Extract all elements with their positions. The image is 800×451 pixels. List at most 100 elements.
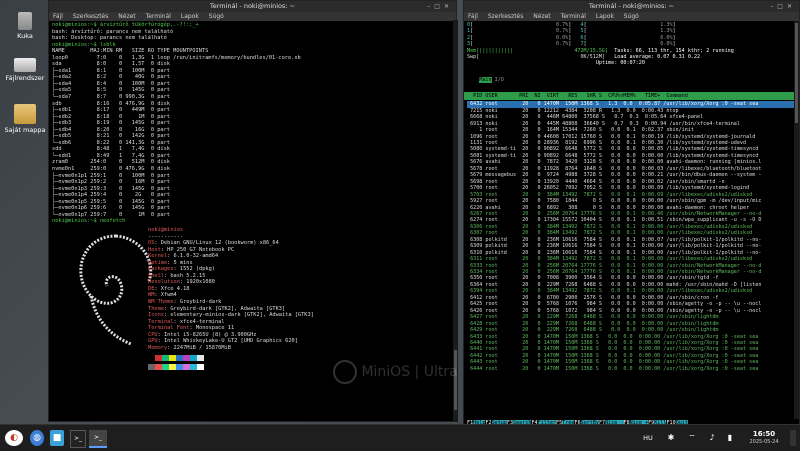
palette-swatch xyxy=(190,363,197,370)
neofetch-value: Intel WhiskeyLake-U GT2 [UHD Graphics 62… xyxy=(163,338,298,345)
palette-swatch xyxy=(169,363,176,370)
minios-watermark: MiniOS | Ultra xyxy=(333,360,458,384)
right-terminal-scrollbar[interactable] xyxy=(794,21,799,419)
keyboard-layout-indicator[interactable]: HU xyxy=(640,430,656,446)
htop-column-header[interactable]: PID USER PRI NI VIRT RES SHR S CPU%▽MEM%… xyxy=(464,91,799,101)
process-row[interactable]: 6432 root 20 0 1470M 150M 1368 S 1.3 0.0… xyxy=(467,101,796,108)
maximize-icon[interactable]: □ xyxy=(777,3,787,10)
home-folder-icon xyxy=(14,104,36,124)
start-menu-button[interactable]: ◐ xyxy=(5,430,23,446)
menu-file[interactable]: Fájl xyxy=(53,13,63,20)
neofetch-value: Intel i5-8265U (8) @ 3.900GHz xyxy=(163,331,257,338)
window-titlebar[interactable]: Terminál - noki@minios: ~ –□✕ xyxy=(49,1,456,12)
cpu-meter-value: 0.7% xyxy=(555,28,569,35)
neofetch-key: Shell xyxy=(148,272,164,279)
null: ] xyxy=(672,28,676,35)
palette-swatch xyxy=(197,363,204,370)
palette-swatch xyxy=(162,363,169,370)
desktop-icon-trash[interactable]: Kuka xyxy=(4,12,46,40)
neofetch-key: Resolution xyxy=(148,279,180,286)
process-row[interactable]: 6220 avahi 20 0 6892 308 0 S 0.0 0.0 0:0… xyxy=(467,205,796,211)
close-icon[interactable]: ✕ xyxy=(444,3,453,10)
process-row[interactable]: 6311 root 20 0 384M 13492 7872 S 0.0 0.1… xyxy=(467,256,796,262)
process-row[interactable]: 6443 root 20 0 1470M 150M 1368 S 0.0 0.0… xyxy=(467,359,796,365)
neofetch-value: 6.1.0-32-amd64 xyxy=(173,253,219,260)
htop-meters: 0[ 0.7%] 4[ 1.3%] 1[ 0.7%] 5[ 1.3%] 2[ 0.0… xyxy=(464,21,799,68)
menu-view[interactable]: Nézet xyxy=(533,13,550,20)
bluetooth-icon[interactable]: ✱ xyxy=(666,430,676,446)
neofetch-value: elementary-minios-dark [GTK2], Adwaita [… xyxy=(170,312,314,319)
menu-terminal[interactable]: Terminál xyxy=(561,13,586,20)
menu-edit[interactable]: Szerkesztés xyxy=(73,13,109,20)
cpu-meter-value: 1.3% xyxy=(660,28,673,35)
process-row[interactable]: 6425 root 20 0 5768 1076 984 S 0.0 0.0 0… xyxy=(467,301,796,307)
htop-process-list[interactable]: 6432 root 20 0 1470M 150M 1368 S 1.3 0.0… xyxy=(464,100,799,373)
file-manager-launcher-icon[interactable]: ■ xyxy=(50,430,64,446)
right-terminal-window[interactable]: Terminál - noki@minios: ~ –□✕ Fájl Szerk… xyxy=(463,0,800,430)
null xyxy=(467,60,596,66)
cpu-meter-value: 0.0% xyxy=(555,34,569,41)
process-row[interactable]: 6309 polkitd 20 0 236M 10616 7584 S 0.0 … xyxy=(467,243,796,249)
neofetch-value: Monospace 11 xyxy=(195,325,235,332)
uptime: Uptime: 00:07:20 xyxy=(595,60,645,67)
neofetch-value: xfce4-terminal xyxy=(179,318,225,325)
menu-edit[interactable]: Szerkesztés xyxy=(488,13,524,20)
left-terminal-window[interactable]: Terminál - noki@minios: ~ –□✕ Fájl Szerk… xyxy=(48,0,457,422)
desktop-icon-label: Fájlrendszer xyxy=(5,74,45,82)
menu-tabs[interactable]: Lapok xyxy=(181,13,199,20)
scrollbar-thumb[interactable] xyxy=(795,23,798,123)
show-desktop-button[interactable] xyxy=(790,430,796,446)
neofetch-value: 1552 (dpkg) xyxy=(179,266,215,273)
desktop-icon-home[interactable]: Saját mappa xyxy=(4,104,46,134)
swap-meter: Swp[ 0K/512M] xyxy=(467,54,606,61)
process-row[interactable]: 5676 avahi 20 0 7872 3420 3128 S 0.0 0.0… xyxy=(467,159,796,165)
terminal-launcher-icon[interactable]: >_ xyxy=(70,430,86,448)
process-row[interactable]: 6394 root 20 0 384M 13492 7872 S 0.0 0.1… xyxy=(467,288,796,294)
battery-icon[interactable]: ▮ xyxy=(724,430,736,446)
menu-tabs[interactable]: Lapok xyxy=(596,13,614,20)
process-row[interactable]: 5679 messagebus 20 0 9724 4988 3728 S 0.… xyxy=(467,172,796,178)
menu-help[interactable]: Súgó xyxy=(209,13,224,20)
neofetch-row: Memory: 2247MiB / 15870MiB xyxy=(148,345,314,352)
neofetch-key: Kernel xyxy=(148,253,168,260)
close-icon[interactable]: ✕ xyxy=(787,3,796,10)
trash-icon xyxy=(18,12,32,30)
desktop-icon-filesystem[interactable]: Fájlrendszer xyxy=(4,58,46,82)
neofetch-key: Memory xyxy=(148,344,168,351)
null xyxy=(605,54,614,60)
process-row[interactable]: 6274 root 20 0 17304 15572 10404 S 0.0 0… xyxy=(467,217,796,223)
uptime-row: Uptime: 00:07:20 xyxy=(467,60,796,66)
neofetch-color-palette xyxy=(148,355,314,372)
terminal-output[interactable]: noki@minios:~$ árvíztűrő tükörfúrógép,.-… xyxy=(49,21,456,226)
htop-tabs: Main I/O xyxy=(464,68,799,92)
process-row[interactable]: 6441 root 20 0 1470M 150M 1368 S 0.0 0.0… xyxy=(467,346,796,352)
neofetch-value: 2247MiB / 15870MiB xyxy=(173,344,231,351)
volume-icon[interactable]: ♪ xyxy=(706,430,718,446)
browser-launcher-icon[interactable]: ◍ xyxy=(30,430,44,446)
menu-file[interactable]: Fájl xyxy=(468,13,478,20)
clock-date: 2025-05-24 xyxy=(749,439,779,445)
null: ] xyxy=(568,34,581,41)
window-titlebar[interactable]: Terminál - noki@minios: ~ –□✕ xyxy=(464,1,799,12)
menu-terminal[interactable]: Terminál xyxy=(146,13,171,20)
null: ] xyxy=(672,34,676,41)
htop-tab-io[interactable]: I/O xyxy=(495,77,504,83)
process-row[interactable]: 5927 root 20 0 7580 1844 0 S 0.0 0.0 0:0… xyxy=(467,198,796,204)
process-row[interactable]: 5700 root 20 0 26052 7092 7052 S 0.0 0.0… xyxy=(467,185,796,191)
menu-view[interactable]: Nézet xyxy=(118,13,135,20)
palette-swatch xyxy=(162,355,169,362)
menu-help[interactable]: Súgó xyxy=(624,13,639,20)
terminal-line: noki@minios:~$ neofetch xyxy=(52,218,126,225)
process-row[interactable]: 6444 root 20 0 1470M 150M 1368 S 0.0 0.0… xyxy=(467,366,796,372)
palette-swatch xyxy=(176,363,183,370)
taskbar-window-terminal[interactable]: >_ xyxy=(89,430,107,448)
cpu-meter-value: 0.7% xyxy=(555,22,569,28)
htop-tab-main[interactable]: Main xyxy=(479,76,492,83)
mem-meter: Mem[||||||||||| 472M/15.5G] xyxy=(467,47,609,54)
process-row[interactable]: 5080 systemd-ti 20 0 90892 6648 5772 S 0… xyxy=(467,146,796,152)
process-row[interactable]: 6307 root 20 0 384M 13492 7872 S 0.0 0.1… xyxy=(467,230,796,236)
clock[interactable]: 16:50 2025-05-24 xyxy=(744,430,784,446)
cpu-meter-bar: [ xyxy=(583,34,661,41)
network-icon[interactable]: ⌔ xyxy=(686,430,698,446)
maximize-icon[interactable]: □ xyxy=(434,3,444,10)
